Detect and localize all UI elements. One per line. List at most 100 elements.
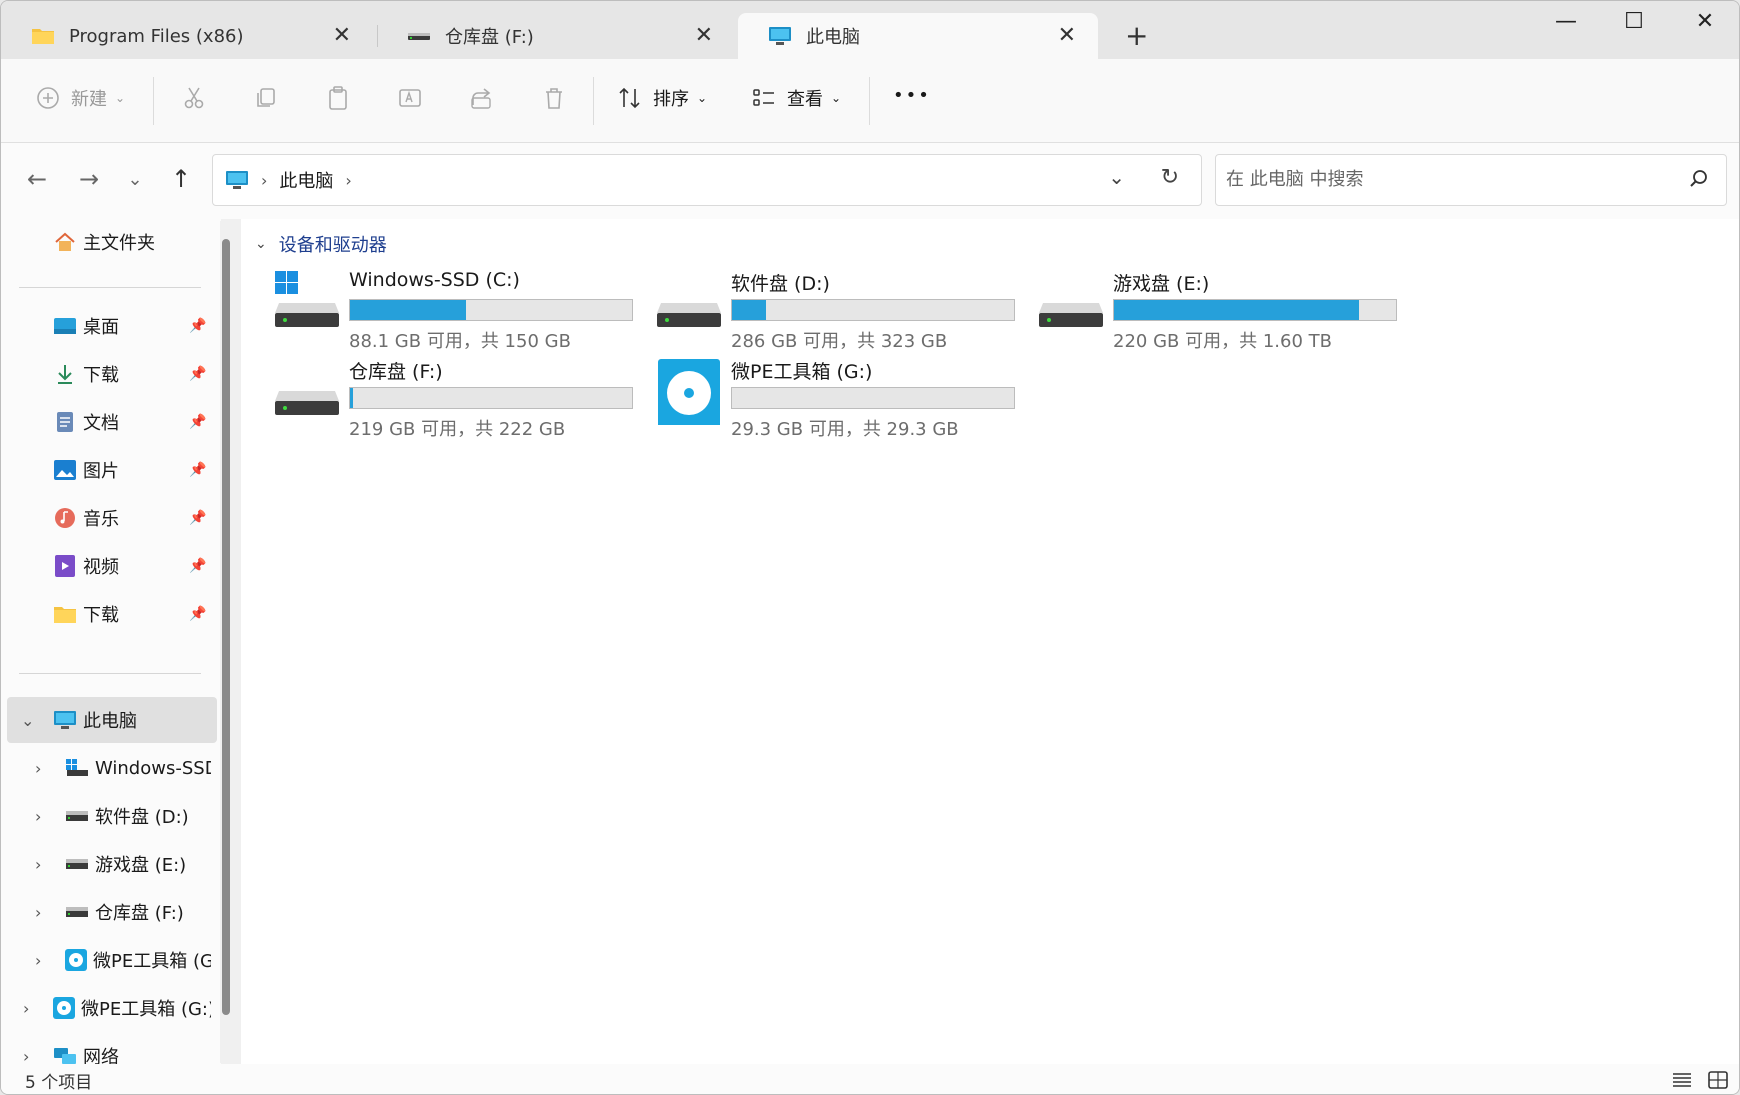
sidebar-item-drive-c[interactable]: › Windows-SSD (C:) [1,745,211,791]
group-header-devices[interactable]: ⌄ 设备和驱动器 [255,231,387,257]
close-tab-icon[interactable]: ✕ [333,23,351,48]
tab-label: 仓库盘 (F:) [445,27,534,48]
navigation-row: ← → ⌄ ↑ › 此电脑 › ⌄ ↻ [1,143,1739,219]
chevron-down-icon[interactable]: ⌄ [255,236,267,252]
chevron-right-icon[interactable]: › [35,903,41,922]
sidebar-item-home[interactable]: 主文件夹 [1,219,211,265]
sidebar-item-music[interactable]: 音乐 📌 [1,495,211,541]
sidebar-item-drive-g[interactable]: › 微PE工具箱 (G:) [1,937,211,983]
usage-bar [349,387,633,409]
hdd-icon [65,805,89,827]
sidebar-item-pe-root[interactable]: › 微PE工具箱 (G:) [1,985,211,1031]
sidebar-item-desktop[interactable]: 桌面 📌 [1,303,211,349]
status-bar: 5 个项目 [1,1064,1739,1094]
breadcrumb-this-pc[interactable]: 此电脑 [279,167,333,193]
paste-button[interactable] [325,85,351,111]
sidebar-item-network[interactable]: › 网络 [1,1033,211,1064]
chevron-down-icon: ⌄ [697,91,708,105]
search-icon[interactable] [1688,168,1710,190]
hdd-icon [275,391,339,415]
new-tab-button[interactable]: + [1125,19,1148,52]
disc-drive-icon [65,949,87,971]
forward-arrow-icon[interactable]: → [71,161,107,197]
sidebar-item-videos[interactable]: 视频 📌 [1,543,211,589]
drive-tile-c[interactable]: Windows-SSD (C:) 88.1 GB 可用，共 150 GB [273,269,633,352]
minimize-button[interactable]: — [1546,9,1586,34]
pin-icon[interactable]: 📌 [189,606,206,622]
tiles-view-icon[interactable] [1707,1070,1729,1090]
hdd-icon [657,303,721,327]
sidebar-item-downloads-folder[interactable]: 下载 📌 [1,591,211,637]
search-input[interactable] [1226,155,1666,203]
chevron-down-icon[interactable]: ⌄ [21,711,34,730]
view-button[interactable]: 查看 ⌄ [751,85,841,111]
pin-icon[interactable]: 📌 [189,558,206,574]
tab-this-pc[interactable]: 此电脑 ✕ [738,13,1098,59]
tab-bar: Program Files (x86) ✕ 仓库盘 (F:) ✕ 此电脑 ✕ +… [1,1,1739,59]
share-button[interactable] [469,85,495,111]
music-icon [53,507,77,529]
close-tab-icon[interactable]: ✕ [1058,23,1076,48]
pin-icon[interactable]: 📌 [189,318,206,334]
tab-label: 此电脑 [806,27,860,48]
sidebar-item-pictures[interactable]: 图片 📌 [1,447,211,493]
chevron-down-icon: ⌄ [115,91,126,105]
drive-tile-d[interactable]: 软件盘 (D:) 286 GB 可用，共 323 GB [655,269,1015,352]
more-options-button[interactable]: ••• [893,85,931,106]
close-tab-icon[interactable]: ✕ [695,23,713,48]
pin-icon[interactable]: 📌 [189,510,206,526]
drive-tile-g[interactable]: 微PE工具箱 (G:) 29.3 GB 可用，共 29.3 GB [655,357,1015,440]
sort-button[interactable]: 排序 ⌄ [617,85,707,111]
usage-bar [349,299,633,321]
details-view-icon[interactable] [1671,1070,1693,1090]
item-count: 5 个项目 [25,1073,93,1093]
sidebar-item-drive-d[interactable]: › 软件盘 (D:) [1,793,211,839]
drive-tile-f[interactable]: 仓库盘 (F:) 219 GB 可用，共 222 GB [273,357,633,440]
chevron-right-icon[interactable]: › [35,855,41,874]
sidebar-item-documents[interactable]: 文档 📌 [1,399,211,445]
file-explorer-window: Program Files (x86) ✕ 仓库盘 (F:) ✕ 此电脑 ✕ +… [0,0,1740,1095]
address-bar[interactable]: › 此电脑 › ⌄ ↻ [212,154,1202,206]
chevron-right-icon[interactable]: › [23,999,29,1018]
sidebar-divider [19,673,201,674]
back-arrow-icon[interactable]: ← [19,161,55,197]
sidebar-item-this-pc[interactable]: ⌄ 此电脑 [7,697,217,743]
maximize-button[interactable]: ☐ [1614,9,1654,34]
chevron-right-icon[interactable]: › [35,951,41,970]
folder-icon [31,26,55,46]
disc-drive-icon [658,359,720,425]
sidebar-item-drive-f[interactable]: › 仓库盘 (F:) [1,889,211,935]
pin-icon[interactable]: 📌 [189,366,206,382]
pin-icon[interactable]: 📌 [189,462,206,478]
delete-button[interactable] [541,85,567,111]
pin-icon[interactable]: 📌 [189,414,206,430]
sidebar-item-drive-e[interactable]: › 游戏盘 (E:) [1,841,211,887]
chevron-right-icon[interactable]: › [35,807,41,826]
breadcrumb-separator[interactable]: › [345,171,351,190]
chevron-right-icon[interactable]: › [23,1047,29,1065]
sidebar-divider [19,287,201,288]
tab-warehouse-drive[interactable]: 仓库盘 (F:) ✕ [377,13,735,59]
cut-button[interactable] [181,85,207,111]
address-dropdown-icon[interactable]: ⌄ [1108,165,1125,189]
sidebar-scrollbar-thumb[interactable] [222,239,230,1015]
drive-icon [407,26,431,46]
tab-program-files[interactable]: Program Files (x86) ✕ [1,13,373,59]
drive-tile-e[interactable]: 游戏盘 (E:) 220 GB 可用，共 1.60 TB [1037,269,1397,352]
network-icon [53,1045,77,1064]
plus-circle-icon [37,87,59,109]
copy-button[interactable] [253,85,279,111]
toolbar-separator [593,77,594,125]
scissors-icon [184,87,204,109]
tab-label: Program Files (x86) [69,25,244,47]
new-button[interactable]: 新建 ⌄ [35,85,125,111]
rename-button[interactable] [397,85,423,111]
search-box[interactable] [1215,154,1727,206]
refresh-icon[interactable]: ↻ [1161,165,1179,190]
recent-locations-chevron-icon[interactable]: ⌄ [117,161,153,197]
sort-icon [619,87,640,109]
chevron-right-icon[interactable]: › [35,759,41,778]
sidebar-item-downloads[interactable]: 下载 📌 [1,351,211,397]
up-arrow-icon[interactable]: ↑ [163,161,199,197]
close-window-button[interactable]: ✕ [1685,9,1725,34]
